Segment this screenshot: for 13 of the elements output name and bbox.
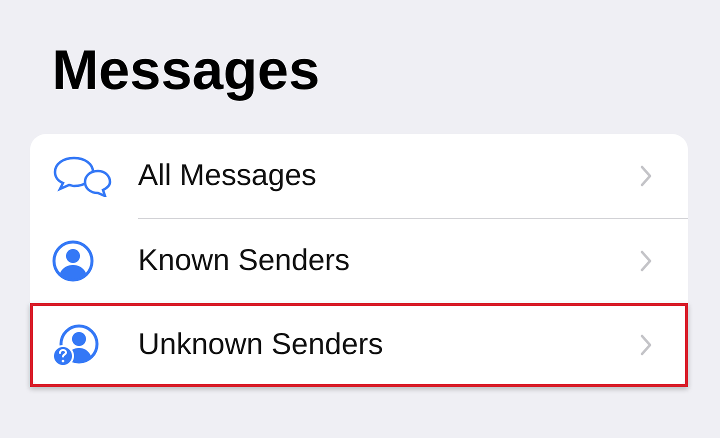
- list-item[interactable]: All Messages: [30, 134, 688, 218]
- list-item[interactable]: Known Senders: [30, 219, 688, 303]
- person-icon: [52, 240, 94, 282]
- unknown-person-icon: [52, 323, 100, 367]
- chevron-right-icon: [640, 334, 652, 356]
- page-title: Messages: [52, 38, 321, 102]
- item-label: Unknown Senders: [138, 328, 384, 362]
- item-label: All Messages: [138, 159, 318, 193]
- chat-bubbles-icon: [52, 155, 114, 197]
- highlighted-list-item[interactable]: Unknown Senders: [30, 303, 688, 387]
- chevron-right-icon: [640, 165, 652, 187]
- item-label: Known Senders: [138, 244, 351, 278]
- chevron-right-icon: [640, 250, 652, 272]
